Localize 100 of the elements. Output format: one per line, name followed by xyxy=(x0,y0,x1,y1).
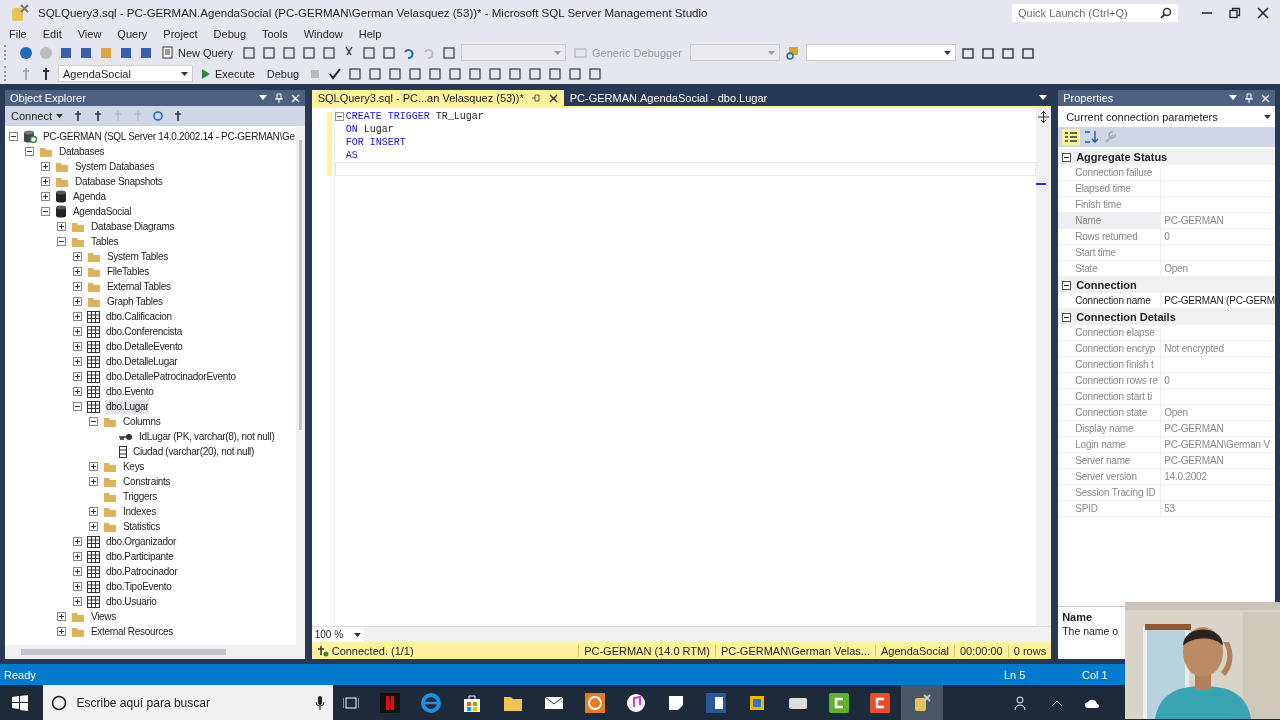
property-name[interactable]: Connection rows re xyxy=(1058,373,1162,388)
line-number: Ln 5 xyxy=(1004,668,1027,681)
property-value: PC-GERMAN xyxy=(1164,423,1224,434)
tree-item[interactable]: dbo.Patrocinador xyxy=(105,564,179,579)
connect-button[interactable]: Connect xyxy=(9,106,65,126)
document-tab[interactable]: SQLQuery3.sql - PC...an Velasquez (53))* xyxy=(311,90,564,106)
property-name[interactable]: Connection elapse xyxy=(1058,325,1162,340)
server-status: PC-GERMAN (14.0 RTM) xyxy=(578,644,715,657)
menu-item[interactable]: Edit xyxy=(37,28,73,40)
tree-item[interactable]: PC-GERMAN (SQL Server 14.0.2002.14 - PC-GERMAN\Ge xyxy=(42,129,296,144)
tree-item[interactable]: dbo.DetallePatrocinadorEvento xyxy=(105,369,237,384)
tree-item[interactable]: Graph Tables xyxy=(106,294,164,309)
database-dropdown[interactable]: AgendaSocial xyxy=(58,65,193,82)
code-line: FOR INSERT xyxy=(345,137,406,148)
property-name[interactable]: Finish time xyxy=(1058,197,1162,212)
tree-item[interactable]: Database Snapshots xyxy=(74,174,164,189)
panel-title: Properties xyxy=(1063,92,1114,104)
property-value: PC-GERMAN (PC-GERM xyxy=(1164,295,1275,306)
property-value: Open xyxy=(1164,407,1188,418)
tree-item[interactable]: Statistics xyxy=(122,519,161,534)
property-name[interactable]: Elapsed time xyxy=(1058,181,1162,196)
menu-item[interactable]: Tools xyxy=(257,28,299,40)
panel-title: Object Explorer xyxy=(10,92,86,104)
taskbar-search-box[interactable]: Escribe aquí para buscar xyxy=(42,685,333,720)
property-value: PC-GERMAN xyxy=(1164,455,1224,466)
property-name[interactable]: State xyxy=(1058,261,1162,276)
tree-item[interactable]: dbo.Usuario xyxy=(105,594,158,609)
property-value: PC-GERMAN xyxy=(1164,215,1224,226)
status-message: Ready xyxy=(4,668,37,681)
code-line: CREATE TRIGGER TR_Lugar xyxy=(345,111,484,122)
description-title: Name xyxy=(1062,611,1094,623)
tree-item[interactable]: dbo.Lugar xyxy=(105,399,150,414)
column-number: Col 1 xyxy=(1082,668,1109,681)
tree-item[interactable]: dbo.DetalleEvento xyxy=(105,339,184,354)
menu-item[interactable]: Debug xyxy=(208,28,257,40)
tree-item[interactable]: Keys xyxy=(122,459,146,474)
window-title: SQLQuery3.sql - PC-GERMAN.AgendaSocial (PC-GERMAN\German Velasquez (53))* - Microsoft SQL Server Management Studio xyxy=(38,7,709,19)
database-status: AgendaSocial xyxy=(875,644,954,657)
tree-item[interactable]: Constraints xyxy=(122,474,172,489)
tree-item[interactable]: Triggers xyxy=(122,489,158,504)
property-name[interactable]: Server version xyxy=(1058,469,1162,484)
property-name[interactable]: Connection failure xyxy=(1058,165,1162,180)
description-text: The name o xyxy=(1062,625,1120,637)
tree-item[interactable]: Ciudad (varchar(20), not null) xyxy=(132,444,256,459)
tree-item[interactable]: dbo.Evento xyxy=(105,384,155,399)
quick-launch-field[interactable]: Quick Launch (Ctrl+Q) xyxy=(1012,4,1178,22)
tree-item[interactable]: dbo.TipoEvento xyxy=(105,579,173,594)
property-value: 0 xyxy=(1164,231,1170,242)
tree-item[interactable]: System Databases xyxy=(74,159,156,174)
property-value: 14.0.2002 xyxy=(1164,471,1207,482)
tree-item[interactable]: Agenda xyxy=(72,189,107,204)
search-field[interactable]: Escribe aquí para buscar xyxy=(74,694,307,711)
tree-item[interactable]: Columns xyxy=(122,414,162,429)
user-status: PC-GERMAN\German Velas... xyxy=(714,644,876,657)
property-name[interactable]: Connection start ti xyxy=(1058,389,1162,404)
tree-item[interactable]: Database Diagrams xyxy=(90,219,176,234)
category-heading: Aggregate Status xyxy=(1076,151,1168,163)
menu-item[interactable]: Project xyxy=(158,28,209,40)
property-name[interactable]: Connection name xyxy=(1058,293,1162,308)
tree-item[interactable]: dbo.Conferencista xyxy=(105,324,184,339)
elapsed-time: 00:00:00 xyxy=(953,644,1008,657)
code-line: ON Lugar xyxy=(345,124,394,135)
property-name[interactable]: Connection finish t xyxy=(1058,357,1162,372)
code-line: AS xyxy=(345,150,358,161)
tree-item[interactable]: dbo.Participante xyxy=(105,549,175,564)
property-name[interactable]: Connection state xyxy=(1058,405,1162,420)
tree-item[interactable]: Tables xyxy=(90,234,120,249)
tree-item[interactable]: External Tables xyxy=(106,279,172,294)
menu-item[interactable]: Help xyxy=(353,28,393,40)
property-name[interactable]: SPID xyxy=(1058,501,1162,516)
tree-item[interactable]: dbo.Organizador xyxy=(105,534,177,549)
tree-item[interactable]: System Tables xyxy=(106,249,169,264)
property-name[interactable]: Login name xyxy=(1058,437,1162,452)
property-name[interactable]: Start time xyxy=(1058,245,1162,260)
property-value: PC-GERMAN\German V xyxy=(1164,439,1271,450)
property-name[interactable]: Server name xyxy=(1058,453,1162,468)
tree-item[interactable]: IdLugar (PK, varchar(8), not null) xyxy=(138,429,276,444)
new-query-button[interactable]: New Query xyxy=(158,43,238,62)
tree-item[interactable]: Databases xyxy=(58,144,106,159)
zoom-dropdown[interactable]: 100 % xyxy=(311,627,364,642)
tree-item[interactable]: FileTables xyxy=(106,264,151,279)
menu-item[interactable]: Query xyxy=(112,28,159,40)
tree-item[interactable]: AgendaSocial xyxy=(72,204,133,219)
menu-item[interactable]: View xyxy=(72,28,113,40)
tree-item[interactable]: dbo.Calificacion xyxy=(105,309,173,324)
document-tab[interactable]: PC-GERMAN.AgendaSocial - dbo.Lugar xyxy=(563,90,774,106)
tree-item[interactable]: Views xyxy=(90,609,117,624)
menu-item[interactable]: Window xyxy=(298,28,354,40)
property-name[interactable]: Rows returned xyxy=(1058,229,1162,244)
tree-item[interactable]: External Resources xyxy=(90,624,174,639)
debug-button[interactable]: Debug xyxy=(262,64,304,83)
property-name[interactable]: Session Tracing ID xyxy=(1058,485,1162,500)
property-name[interactable]: Connection encryp xyxy=(1058,341,1162,356)
tree-item[interactable]: Indexes xyxy=(122,504,157,519)
category-heading: Connection xyxy=(1076,279,1137,291)
property-name[interactable]: Display name xyxy=(1058,421,1162,436)
connection-status: Connected. (1/1) xyxy=(330,644,415,657)
tree-item[interactable]: dbo.DetalleLugar xyxy=(105,354,179,369)
menu-item[interactable]: File xyxy=(4,28,38,40)
execute-button[interactable]: Execute xyxy=(197,64,259,83)
